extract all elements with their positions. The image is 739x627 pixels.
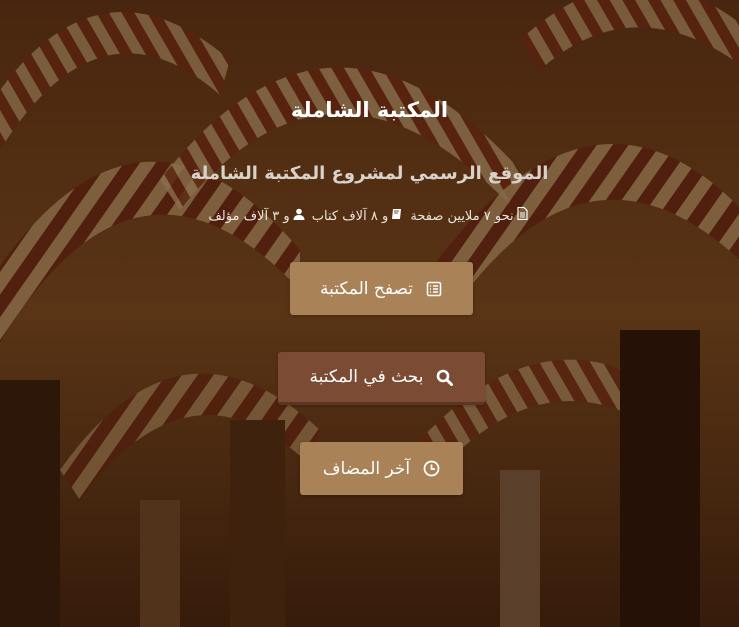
latest-added-button[interactable]: آخر المضاف: [300, 442, 463, 495]
search-library-label: بحث في المكتبة: [309, 367, 424, 387]
search-icon: [436, 368, 454, 386]
hero-section: المكتبة الشاملة الموقع الرسمي لمشروع الم…: [0, 0, 739, 627]
search-library-button[interactable]: بحث في المكتبة: [278, 352, 485, 405]
user-icon: [293, 208, 305, 223]
stats-pages-text: نحو ٧ ملايين صفحة: [410, 209, 514, 224]
file-text-icon: [517, 206, 528, 223]
book-icon: [391, 208, 403, 223]
latest-added-label: آخر المضاف: [322, 458, 411, 479]
library-stats: نحو ٧ ملايين صفحة و ٨ آلاف كتاب و ٣ آلاف…: [0, 206, 739, 224]
clock-icon: [422, 460, 440, 478]
stats-authors-text: و ٣ آلاف مؤلف: [208, 209, 290, 224]
stats-books-text: و ٨ آلاف كتاب: [311, 209, 389, 224]
list-icon: [425, 280, 443, 298]
page-subtitle: الموقع الرسمي لمشروع المكتبة الشاملة: [190, 163, 549, 184]
page-title: المكتبة الشاملة: [290, 98, 449, 122]
browse-library-button[interactable]: تصفح المكتبة: [290, 262, 473, 315]
browse-library-label: تصفح المكتبة: [320, 278, 413, 299]
hero-content: المكتبة الشاملة الموقع الرسمي لمشروع الم…: [0, 0, 739, 627]
